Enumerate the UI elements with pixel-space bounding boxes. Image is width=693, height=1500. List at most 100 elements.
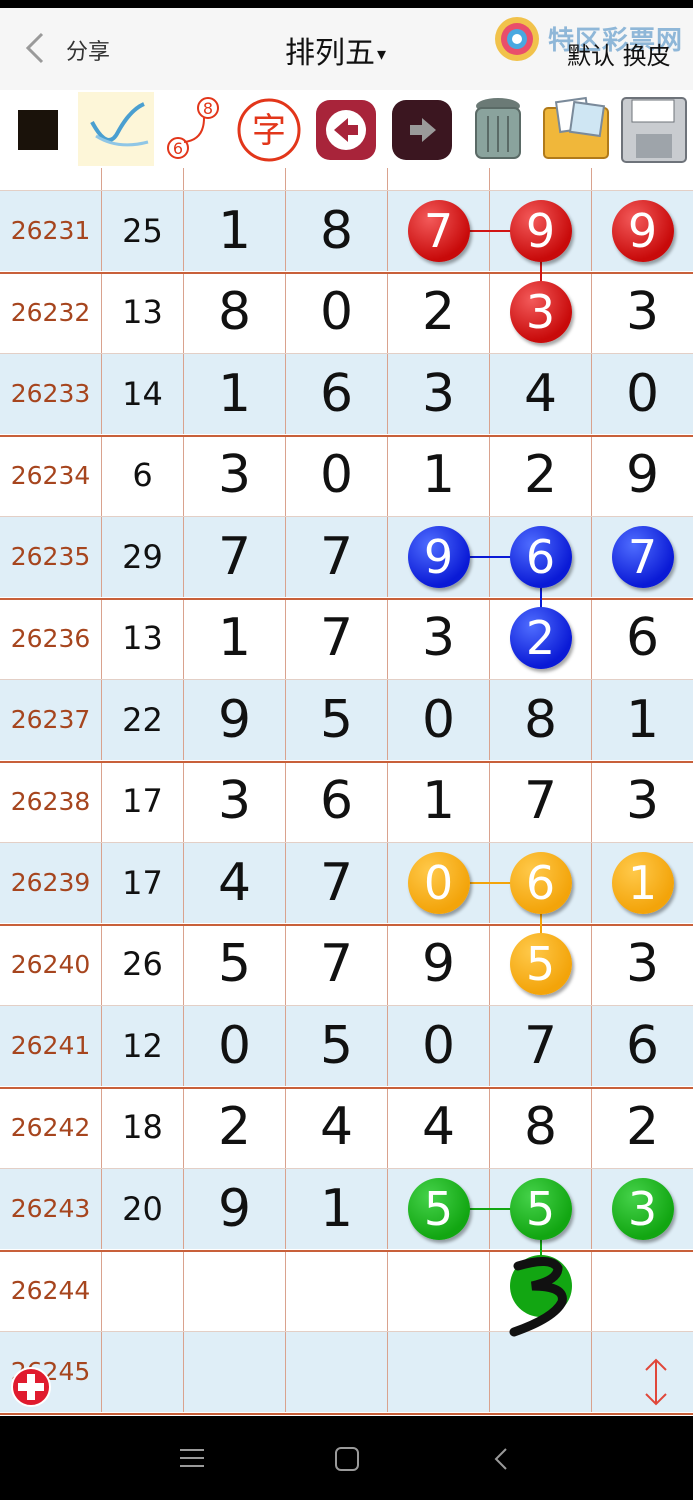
row-divider: [0, 679, 693, 680]
digit-cell[interactable]: 0: [592, 353, 693, 434]
digit-sum: 29: [102, 516, 184, 597]
digit-cell[interactable]: [388, 1331, 490, 1412]
digit-cell[interactable]: 8: [490, 1086, 592, 1168]
digit-cell[interactable]: 1: [286, 1168, 388, 1249]
digit-cell[interactable]: [286, 1249, 388, 1331]
image-folder-icon[interactable]: [538, 92, 614, 166]
add-issue-button[interactable]: [10, 1366, 52, 1408]
digit-cell[interactable]: 3: [184, 434, 286, 516]
digit-cell[interactable]: 0: [286, 271, 388, 353]
lottery-type-selector[interactable]: 排列五 ▾: [285, 28, 386, 72]
digit-cell[interactable]: 3: [388, 597, 490, 679]
digit-cell[interactable]: 7: [184, 168, 286, 190]
digit-cell[interactable]: 7: [184, 516, 286, 597]
digit-cell[interactable]: 3: [184, 760, 286, 842]
digit-cell[interactable]: 4: [286, 168, 388, 190]
blue-marked-ball: 9: [407, 525, 470, 588]
digit-cell[interactable]: 3: [388, 353, 490, 434]
digit-value: 5: [319, 689, 354, 750]
digit-cell[interactable]: 5: [490, 923, 592, 1005]
digit-cell[interactable]: 7: [490, 1005, 592, 1086]
pen-check-icon[interactable]: [78, 92, 154, 166]
brand-logo-icon: [495, 17, 539, 61]
digit-cell[interactable]: 6: [592, 598, 693, 679]
digit-cell[interactable]: 8: [184, 271, 286, 353]
digit-cell[interactable]: 3: [592, 272, 693, 353]
digit-cell[interactable]: 5: [184, 923, 286, 1005]
digit-cell[interactable]: 7: [490, 760, 592, 842]
digit-cell[interactable]: 3: [592, 1168, 693, 1249]
digit-cell[interactable]: 9: [592, 190, 693, 271]
digit-cell[interactable]: 1: [184, 597, 286, 679]
digit-value: 3: [217, 445, 252, 505]
digit-cell[interactable]: 1: [184, 190, 286, 271]
digit-cell[interactable]: 6: [388, 168, 490, 190]
digit-cell[interactable]: 9: [592, 435, 693, 516]
digit-cell[interactable]: 4: [490, 353, 592, 434]
digit-cell[interactable]: [184, 1249, 286, 1331]
digit-cell[interactable]: 1: [388, 760, 490, 842]
connect-bottom-number: 6: [173, 139, 183, 158]
connect-line-icon[interactable]: 8 6: [164, 92, 224, 166]
digit-cell[interactable]: 9: [184, 1168, 286, 1249]
digit-cell[interactable]: 0: [388, 679, 490, 760]
digit-cell[interactable]: 9: [184, 679, 286, 760]
digit-cell[interactable]: 8: [490, 679, 592, 760]
digit-cell[interactable]: 4: [184, 842, 286, 923]
color-swatch-icon[interactable]: [18, 110, 58, 150]
system-navbar: [0, 1416, 693, 1500]
digit-cell[interactable]: 5: [490, 168, 592, 190]
digit-cell[interactable]: 2: [490, 434, 592, 516]
digit-cell[interactable]: 6: [286, 353, 388, 434]
digit-cell[interactable]: 1: [592, 842, 693, 923]
home-icon[interactable]: [334, 1446, 360, 1472]
digit-cell[interactable]: 7: [286, 597, 388, 679]
share-button[interactable]: 分享: [66, 34, 110, 66]
back-chevron-icon[interactable]: [22, 30, 50, 66]
menu-icon[interactable]: [178, 1446, 206, 1470]
digit-cell[interactable]: 0: [184, 1005, 286, 1086]
digit-cell[interactable]: 2: [490, 597, 592, 679]
digit-cell[interactable]: 2: [184, 1086, 286, 1168]
undo-arrow-icon[interactable]: [312, 92, 380, 166]
digit-value: 3: [625, 771, 660, 831]
digit-cell[interactable]: 7: [286, 923, 388, 1005]
digit-cell[interactable]: [184, 1331, 286, 1412]
digit-cell[interactable]: 1: [592, 679, 693, 760]
digit-cell[interactable]: 4: [388, 1086, 490, 1168]
digit-cell[interactable]: 7: [286, 516, 388, 597]
digit-cell[interactable]: [592, 1250, 693, 1331]
scroll-toggle-icon[interactable]: [640, 1356, 672, 1408]
digit-value: 4: [217, 852, 252, 913]
digit-cell[interactable]: 7: [286, 842, 388, 923]
digit-cell[interactable]: 7: [592, 516, 693, 597]
digit-cell[interactable]: 6: [592, 1005, 693, 1086]
digit-cell[interactable]: 6: [286, 760, 388, 842]
digit-cell[interactable]: [490, 1331, 592, 1412]
redo-arrow-icon[interactable]: [388, 92, 456, 166]
digit-cell[interactable]: 0: [388, 1005, 490, 1086]
digit-cell[interactable]: 6: [592, 168, 693, 190]
digit-cell[interactable]: 5: [286, 679, 388, 760]
digit-cell[interactable]: 2: [592, 1087, 693, 1168]
back-icon[interactable]: [492, 1446, 510, 1472]
digit-cell[interactable]: 5: [286, 1005, 388, 1086]
digit-cell[interactable]: [286, 1331, 388, 1412]
digit-value: 7: [319, 852, 354, 913]
digit-cell[interactable]: 3: [592, 924, 693, 1005]
digit-cell[interactable]: 0: [286, 434, 388, 516]
digit-cell[interactable]: [388, 1249, 490, 1331]
skin-switch-button[interactable]: 默认 换皮: [567, 36, 671, 71]
digit-cell[interactable]: 9: [388, 923, 490, 1005]
digit-cell[interactable]: 8: [286, 190, 388, 271]
trash-bin-icon[interactable]: [462, 92, 534, 166]
save-floppy-icon[interactable]: [618, 92, 690, 166]
digit-cell[interactable]: 3: [592, 761, 693, 842]
digit-cell[interactable]: 4: [286, 1086, 388, 1168]
text-char-icon[interactable]: 字: [236, 92, 302, 166]
digit-cell[interactable]: 2: [388, 271, 490, 353]
digit-cell[interactable]: 1: [184, 353, 286, 434]
digit-cell[interactable]: 3: [490, 271, 592, 353]
digit-cell[interactable]: 1: [388, 434, 490, 516]
orange-marked-ball: 5: [509, 933, 572, 995]
